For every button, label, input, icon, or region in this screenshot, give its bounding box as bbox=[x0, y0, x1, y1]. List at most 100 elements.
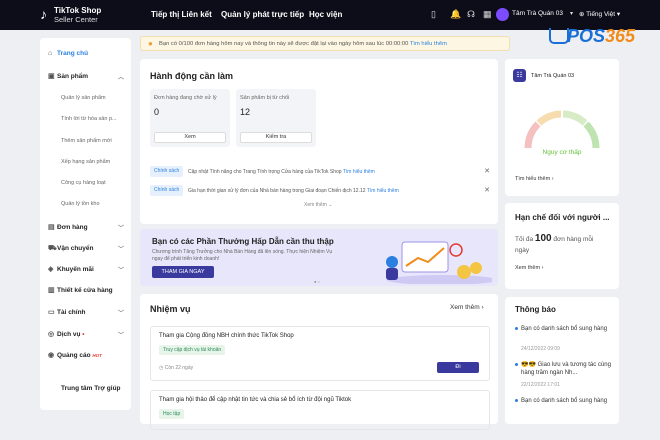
notification-bell-icon[interactable]: 🔔 bbox=[450, 9, 461, 20]
sidebar-item-orders[interactable]: ▤ Đơn hàng ﹀ bbox=[48, 223, 128, 232]
see-more-label: Xem thêm bbox=[515, 265, 541, 271]
view-button[interactable]: Xem bbox=[154, 132, 226, 143]
service-icon: ◎ bbox=[48, 331, 55, 338]
user-account-menu[interactable]: Tâm Trà Quán 03 bbox=[496, 7, 566, 23]
megaphone-icon: ◈ bbox=[48, 266, 54, 273]
announcement-text: Bạn có danh sách bổ sung hàng bbox=[521, 398, 608, 404]
illustration-coin bbox=[457, 265, 471, 279]
stat-label: Sản phẩm bị từ chối bbox=[240, 95, 290, 101]
chevron-down-icon[interactable]: ▾ bbox=[570, 10, 573, 17]
limit-line2: ngày bbox=[515, 247, 530, 254]
check-button[interactable]: Kiểm tra bbox=[240, 132, 312, 143]
announcement-item[interactable]: Bạn có danh sách bổ sung hàng 24/12/2022… bbox=[515, 325, 615, 355]
sidebar-item-finance[interactable]: ▭ Tài chính ﹀ bbox=[48, 308, 128, 317]
nav-academy[interactable]: Học viện bbox=[309, 10, 342, 19]
close-icon[interactable]: ✕ bbox=[484, 167, 490, 175]
grid-menu-icon[interactable]: ▦ bbox=[483, 9, 492, 20]
shop-avatar: ☷ bbox=[513, 69, 526, 82]
shop-health-card: ☷ Tâm Trà Quán 03 Nguy cơ thấp Tìm hiểu … bbox=[505, 59, 619, 196]
illustration-coin bbox=[470, 262, 482, 274]
banner-learn-more-link[interactable]: Tìm hiểu thêm bbox=[410, 41, 447, 47]
logo-line2: Seller Center bbox=[54, 15, 98, 24]
tasks-card: Nhiệm vụ Xem thêm › Tham gia Cộng đồng N… bbox=[140, 294, 498, 430]
illustration-shadow bbox=[387, 275, 492, 284]
sidebar-item-label: Sản phẩm bbox=[57, 73, 89, 80]
learn-more-label: Tìm hiểu thêm bbox=[515, 176, 551, 182]
card-title: Hành động cần làm bbox=[150, 71, 234, 81]
headset-icon[interactable]: ☊ bbox=[467, 9, 475, 20]
sidebar-item-store-design[interactable]: ▥ Thiết kế cửa hàng bbox=[48, 286, 113, 294]
stat-value: 0 bbox=[154, 107, 160, 117]
ads-icon: ◉ bbox=[48, 352, 55, 359]
tiktok-shop-logo[interactable]: ♪ TikTok Shop Seller Center bbox=[40, 5, 140, 27]
limit-suffix: đơn hàng mỗi bbox=[553, 236, 594, 243]
risk-gauge bbox=[524, 110, 600, 149]
carousel-dots[interactable]: ● ○ bbox=[314, 279, 320, 284]
chevron-right-icon: › bbox=[481, 304, 484, 311]
nav-live-management[interactable]: Quản lý phát trực tiếp bbox=[221, 10, 304, 19]
sidebar-subitem-profit[interactable]: Tính lời từ hóa sản p... bbox=[61, 116, 117, 122]
sidebar-item-label: Trang chủ bbox=[57, 50, 89, 57]
task-item: Tham gia hội thảo để cập nhật tin tức và… bbox=[150, 390, 490, 430]
sidebar-item-label: Tài chính bbox=[57, 309, 86, 316]
sidebar-item-products[interactable]: ▣ Sản phẩm ︿ bbox=[48, 72, 128, 81]
announcement-item[interactable]: Bạn có danh sách bổ sung hàng bbox=[515, 397, 615, 419]
logo-line1: TikTok Shop bbox=[54, 6, 102, 15]
cart-icon bbox=[549, 28, 569, 44]
sidebar-subitem-inventory[interactable]: Quản lý tồn kho bbox=[61, 201, 100, 207]
sidebar-item-label: Dịch vụ bbox=[57, 331, 81, 338]
sidebar-item-promotions[interactable]: ◈ Khuyến mãi ﹀ bbox=[48, 265, 128, 274]
bullet-icon bbox=[515, 399, 518, 402]
chevron-down-icon: ﹀ bbox=[118, 333, 125, 339]
card-title: Nhiệm vụ bbox=[150, 304, 191, 314]
sidebar-item-home[interactable]: ⌂ Trang chủ bbox=[48, 50, 88, 57]
sidebar-subitem-ranking[interactable]: Xếp hạng sản phẩm bbox=[61, 159, 110, 165]
announcement-date: 22/12/2022 17:01 bbox=[521, 382, 560, 388]
task-title: Tham gia hội thảo để cập nhật tin tức và… bbox=[159, 397, 352, 403]
pos365-watermark: POS365 bbox=[545, 24, 660, 50]
sidebar-item-shipping[interactable]: ⛟Vận chuyển ﹀ bbox=[48, 244, 128, 253]
bullet-icon bbox=[515, 327, 518, 330]
sidebar-subitem-manage-products[interactable]: Quản lý sản phẩm bbox=[61, 95, 106, 101]
chevron-right-icon: › bbox=[551, 176, 554, 182]
risk-level-label: Nguy cơ thấp bbox=[542, 149, 582, 156]
go-button[interactable]: Đi bbox=[437, 362, 479, 373]
gauge-segment bbox=[536, 110, 562, 126]
see-more-label: Xem thêm bbox=[304, 202, 327, 208]
policy-text: Cập nhật Tính năng cho Trang Tính trọng … bbox=[188, 169, 342, 175]
order-limit-banner: ● Bạn có 0/100 đơn hàng hôm nay và thông… bbox=[140, 36, 510, 51]
policy-link[interactable]: Tìm hiểu thêm bbox=[367, 188, 399, 194]
chevron-down-icon: ﹀ bbox=[118, 268, 125, 274]
promo-illustration bbox=[386, 241, 492, 284]
announcement-item[interactable]: 😎😎 Giao lưu và tương tác cùng hàng trăm … bbox=[515, 361, 615, 391]
tiktok-note-icon: ♪ bbox=[40, 6, 47, 22]
see-more-policies[interactable]: Xem thêm ⌄ bbox=[304, 202, 332, 208]
shop-name: Tâm Trà Quán 03 bbox=[531, 73, 575, 79]
illustration-person-head bbox=[386, 256, 398, 268]
banner-text: Bạn có 0/100 đơn hàng hôm nay và thông t… bbox=[159, 40, 409, 47]
announcement-date: 24/12/2022 09:09 bbox=[521, 346, 560, 352]
shop-learn-more[interactable]: Tìm hiểu thêm › bbox=[515, 176, 554, 182]
announcement-text: 😎😎 Giao lưu và tương tác cùng hàng trăm … bbox=[521, 362, 611, 376]
hot-badge: HOT bbox=[92, 353, 102, 358]
sidebar-item-help-center[interactable]: Trung tâm Trợ giúp bbox=[61, 385, 121, 392]
phone-icon[interactable]: ▯ bbox=[431, 9, 436, 20]
bullet-icon bbox=[515, 363, 518, 366]
sidebar-item-label: Quảng cáo bbox=[57, 352, 91, 359]
join-now-button[interactable]: THAM GIA NGAY bbox=[152, 266, 214, 278]
tasks-see-more[interactable]: Xem thêm › bbox=[450, 304, 484, 311]
sidebar-subitem-add-product[interactable]: Thêm sản phẩm mới bbox=[61, 138, 112, 144]
nav-affiliate-marketing[interactable]: Tiếp thị Liên kết bbox=[151, 10, 212, 19]
limit-text: Tối đa 100 đơn hàng mỗi ngày bbox=[515, 233, 593, 256]
rejected-products-box: Sản phẩm bị từ chối 12 Kiểm tra bbox=[236, 89, 316, 147]
policy-link[interactable]: Tìm hiểu thêm bbox=[343, 169, 375, 175]
limit-see-more[interactable]: Xem thêm › bbox=[515, 265, 543, 271]
gauge-segment bbox=[524, 121, 541, 149]
close-icon[interactable]: ✕ bbox=[484, 186, 490, 194]
limit-prefix: Tối đa bbox=[515, 236, 534, 243]
home-icon: ⌂ bbox=[48, 50, 53, 57]
sidebar-subitem-bulk-tools[interactable]: Công cụ hàng loạt bbox=[61, 180, 106, 186]
sidebar-item-ads[interactable]: ◉ Quảng cáo HOT bbox=[48, 351, 102, 359]
language-selector[interactable]: ⊕ Tiếng Việt ▾ bbox=[579, 10, 620, 18]
sidebar-item-services[interactable]: ◎ Dịch vụ • ﹀ bbox=[48, 330, 128, 339]
